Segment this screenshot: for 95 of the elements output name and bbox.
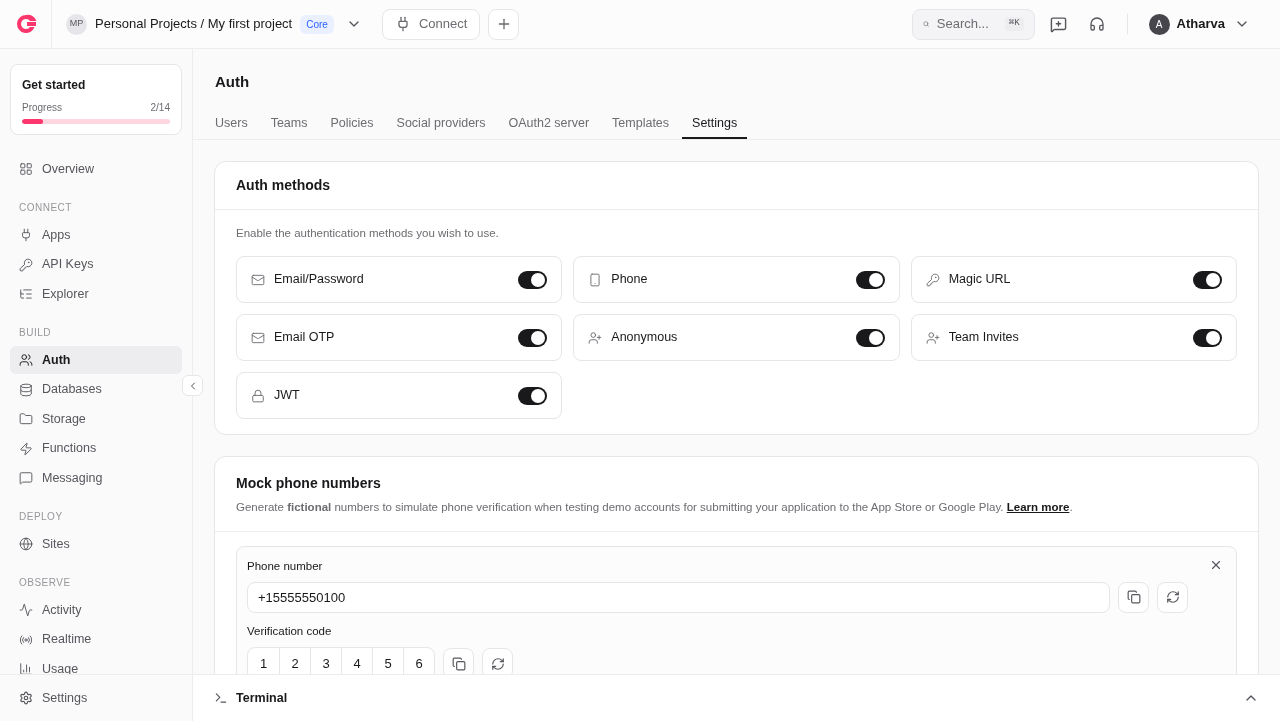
tab[interactable]: Templates	[602, 109, 680, 139]
sidebar-item[interactable]: Messaging	[10, 464, 182, 492]
method-label: Email/Password	[274, 271, 364, 289]
refresh-icon	[490, 656, 505, 671]
sidebar-item[interactable]: Realtime	[10, 625, 182, 654]
user-avatar[interactable]: A	[1148, 13, 1170, 35]
terminal-icon	[214, 691, 228, 705]
tab[interactable]: OAuth2 server	[498, 109, 600, 139]
sidebar-item[interactable]: Sites	[10, 530, 182, 558]
grid-icon	[19, 162, 33, 176]
user-name[interactable]: Atharva	[1176, 14, 1225, 34]
activity-icon	[19, 603, 33, 617]
toggle-switch[interactable]	[518, 270, 548, 289]
progress-label: Progress	[22, 101, 62, 115]
sidebar-item[interactable]: Activity	[10, 596, 182, 624]
phone-icon	[588, 272, 603, 287]
lock-icon	[251, 388, 265, 403]
section-heading: DEPLOY	[18, 510, 64, 524]
sidebar-item[interactable]: Storage	[10, 405, 182, 433]
connect-button[interactable]: Connect	[381, 8, 481, 40]
refresh-icon	[1165, 590, 1180, 605]
field-label: Verification code	[247, 623, 332, 639]
globe-icon	[19, 537, 33, 551]
logo-icon[interactable]	[14, 14, 37, 34]
key-icon	[19, 257, 33, 272]
toggle-switch[interactable]	[855, 270, 885, 289]
sidebar-item[interactable]: Apps	[10, 221, 182, 249]
code-digit[interactable]: 1	[248, 648, 279, 674]
section-description: Enable the authentication methods you wish to use.	[236, 226, 500, 241]
tab[interactable]: Social providers	[386, 109, 496, 139]
chat-icon	[19, 471, 33, 485]
progress-count: 2/14	[150, 101, 170, 115]
tab[interactable]: Policies	[320, 109, 384, 139]
list-icon	[19, 287, 33, 301]
section-title: Auth methods	[236, 176, 331, 195]
project-avatar: MP	[66, 13, 87, 35]
search-field[interactable]: Search... ⌘K	[911, 8, 1035, 40]
search-input[interactable]: Search...	[936, 14, 997, 34]
lightning-icon	[19, 441, 33, 456]
toggle-switch[interactable]	[518, 386, 548, 405]
method-label: Phone	[611, 271, 648, 289]
get-started-title: Get started	[22, 77, 87, 94]
section-description: Generate fictional numbers to simulate phone verification when testing demo accounts for submitting your application to the App Store or Google Play. Learn more.	[236, 500, 1074, 516]
bar-chart-icon	[19, 662, 33, 674]
headphones-icon[interactable]	[1088, 16, 1105, 32]
get-started-card[interactable]: Get started Progress 2/14	[10, 64, 182, 135]
sidebar-item[interactable]: Explorer	[10, 280, 182, 308]
section-heading: CONNECT	[18, 201, 73, 215]
toggle-switch[interactable]	[855, 328, 885, 347]
tab[interactable]: Users	[205, 109, 258, 139]
broadcast-icon	[19, 632, 33, 647]
tab[interactable]: Settings	[682, 109, 748, 139]
toggle-switch[interactable]	[1193, 328, 1222, 347]
sidebar-item[interactable]: Functions	[10, 434, 182, 463]
copy-icon	[1126, 590, 1141, 605]
method-label: JWT	[274, 387, 300, 405]
sidebar-item[interactable]: Overview	[10, 155, 182, 183]
users-icon	[19, 353, 33, 367]
copy-button[interactable]	[1118, 581, 1149, 613]
method-label: Team Invites	[948, 329, 1019, 347]
key-icon	[925, 272, 940, 287]
user-plus-icon	[588, 330, 603, 345]
section-heading: OBSERVE	[18, 576, 72, 590]
toggle-switch[interactable]	[1193, 270, 1222, 289]
tab[interactable]: Teams	[260, 109, 318, 139]
settings-icon	[19, 691, 33, 705]
field-label: Phone number	[247, 558, 323, 574]
feedback-icon[interactable]	[1049, 15, 1067, 33]
method-label: Email OTP	[274, 329, 335, 347]
shortcut-key: ⌘K	[1004, 17, 1024, 31]
plug-icon	[19, 228, 33, 242]
section-heading: BUILD	[18, 326, 52, 340]
user-plus-icon	[925, 330, 940, 345]
database-icon	[19, 382, 33, 397]
terminal-bar[interactable]: Terminal	[193, 674, 1280, 721]
mail-icon	[251, 272, 265, 287]
phone-input[interactable]: +15555550100	[247, 581, 1110, 613]
sidebar-item[interactable]: Databases	[10, 375, 182, 404]
copy-icon	[451, 656, 466, 671]
method-label: Magic URL	[948, 271, 1011, 289]
terminal-title: Terminal	[236, 689, 288, 707]
mail-icon	[251, 330, 265, 345]
project-breadcrumb[interactable]: Personal Projects / My first project	[95, 14, 293, 34]
method-label: Anonymous	[611, 329, 678, 347]
toggle-switch[interactable]	[518, 328, 548, 347]
sidebar-item[interactable]: Auth	[10, 346, 182, 374]
sidebar-item[interactable]: API Keys	[10, 250, 182, 279]
copy-button[interactable]	[443, 648, 474, 674]
regenerate-button[interactable]	[1157, 581, 1188, 613]
section-title: Mock phone numbers	[236, 474, 382, 494]
folder-icon	[19, 412, 33, 426]
add-button[interactable]	[488, 8, 520, 40]
regenerate-button[interactable]	[482, 648, 513, 674]
page-title: Auth	[215, 72, 251, 92]
plan-badge: Core	[300, 14, 334, 34]
